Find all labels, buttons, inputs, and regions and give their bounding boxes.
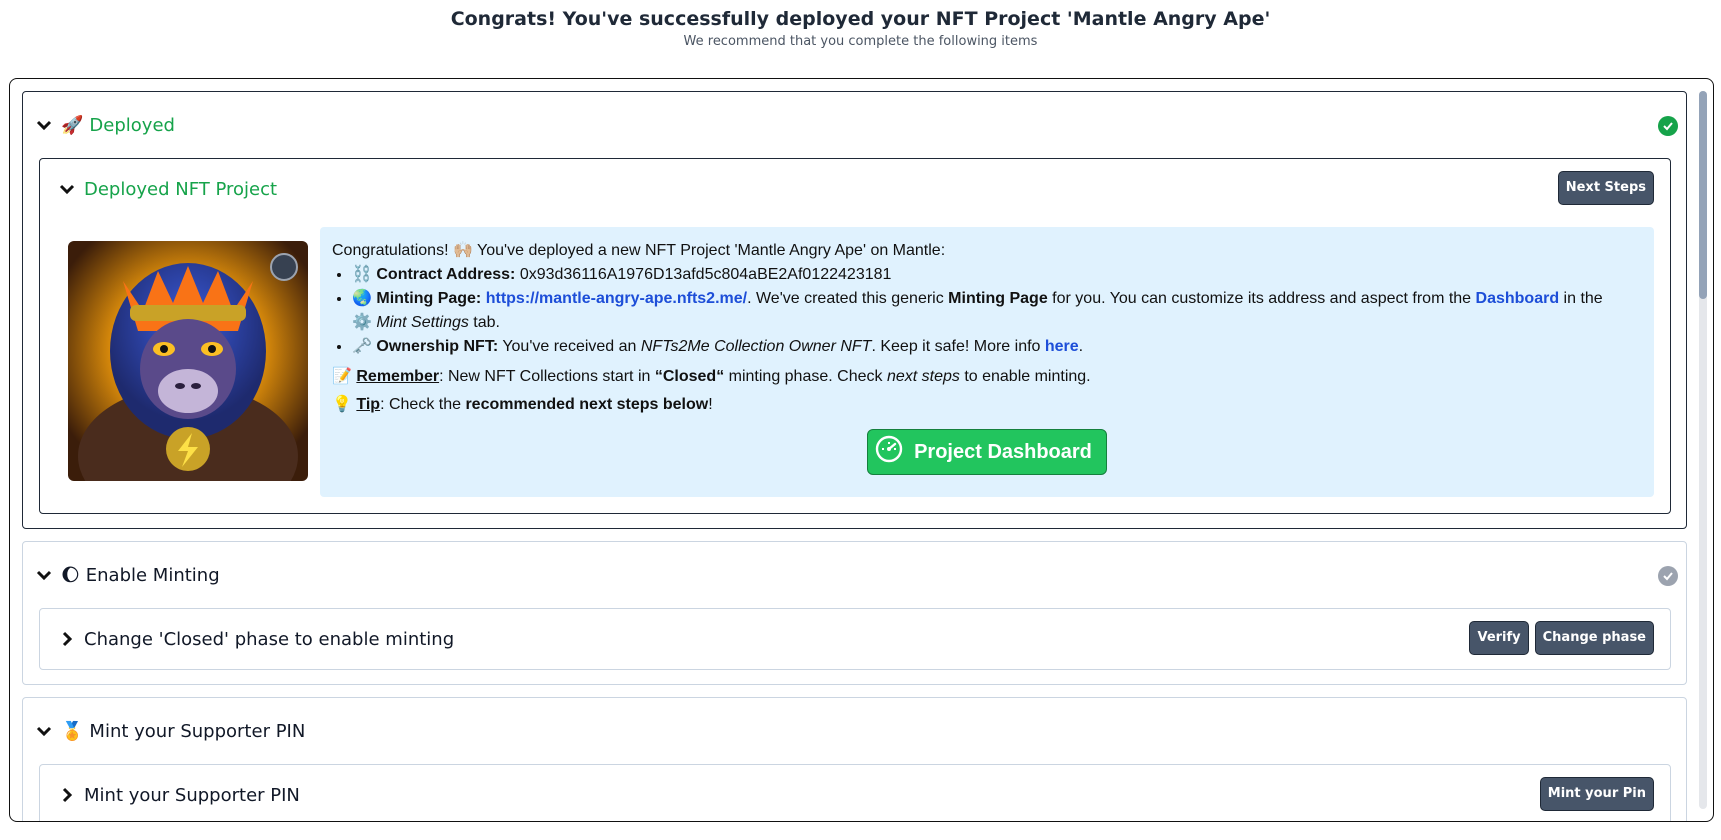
more-info-link[interactable]: here (1045, 338, 1079, 355)
gear-icon: ⚙️ (352, 314, 372, 331)
chevron-down-icon[interactable] (35, 722, 53, 740)
ownership-nft-label: Ownership NFT: (376, 338, 499, 355)
chevron-down-icon[interactable] (58, 180, 76, 198)
section-supporter-pin-header[interactable]: 🏅 Mint your Supporter PIN (23, 698, 1686, 764)
memo-icon: 📝 (332, 368, 352, 385)
chain-icon: ⛓️ (352, 266, 372, 283)
contract-address-label: Contract Address: (376, 266, 516, 283)
subsection-title: Mint your Supporter PIN (84, 784, 300, 806)
contract-address-item: ⛓️ Contract Address: 0x93d36116A1976D13a… (352, 263, 1642, 287)
mint-settings-label: Mint Settings (376, 314, 469, 331)
lightbulb-icon: 💡 (332, 396, 352, 413)
minting-page-item: 🌏 Minting Page: https://mantle-angry-ape… (352, 287, 1642, 335)
subsection-title: Deployed NFT Project (84, 178, 278, 200)
minting-page-link[interactable]: https://mantle-angry-ape.nfts2.me/ (486, 290, 747, 307)
congrats-intro: Congratulations! 🙌🏼 You've deployed a ne… (332, 242, 946, 259)
rocket-icon: 🚀 (61, 114, 84, 136)
page-subtitle: We recommend that you complete the follo… (683, 34, 1038, 49)
ownership-nft-item: 🗝️ Ownership NFT: You've received an NFT… (352, 335, 1642, 359)
section-enable-minting-header[interactable]: 🌔 Enable Minting (23, 542, 1686, 608)
check-circle-icon (1658, 566, 1678, 586)
globe-icon: 🌏 (352, 290, 372, 307)
chevron-down-icon[interactable] (35, 566, 53, 584)
section-supporter-pin-title: 🏅 Mint your Supporter PIN (61, 720, 306, 742)
page-header: Congrats! You've successfully deployed y… (0, 0, 1721, 49)
dashboard-gauge-icon (874, 434, 904, 470)
remember-note: 📝 Remember: New NFT Collections start in… (332, 368, 1091, 385)
contract-address-value: 0x93d36116A1976D13afd5c804aBE2Af01224231… (519, 266, 892, 283)
verify-button[interactable]: Verify (1469, 621, 1529, 655)
check-circle-icon (1658, 116, 1678, 136)
steps-container: 🚀 Deployed Deployed NFT Project Next Ste… (9, 78, 1714, 822)
steps-scroll-content: 🚀 Deployed Deployed NFT Project Next Ste… (22, 91, 1687, 821)
tip-note: 💡 Tip: Check the recommended next steps … (332, 396, 713, 413)
chevron-down-icon[interactable] (35, 116, 53, 134)
section-deployed: 🚀 Deployed Deployed NFT Project Next Ste… (22, 91, 1687, 529)
subsection-mint-pin-header[interactable]: Mint your Supporter PIN Mint your Pin (40, 765, 1670, 821)
chevron-right-icon[interactable] (58, 786, 76, 804)
moon-icon: 🌔 (61, 564, 80, 586)
section-deployed-title: 🚀 Deployed (61, 114, 175, 136)
medal-icon: 🏅 (61, 720, 84, 742)
scrollbar-thumb[interactable] (1699, 91, 1707, 299)
deployed-project-body: Congratulations! 🙌🏼 You've deployed a ne… (40, 219, 1670, 513)
project-dashboard-button[interactable]: Project Dashboard (867, 429, 1107, 475)
section-supporter-pin: 🏅 Mint your Supporter PIN Mint your Supp… (22, 697, 1687, 821)
chevron-right-icon[interactable] (58, 630, 76, 648)
scrollbar[interactable] (1699, 91, 1707, 809)
mint-pin-button[interactable]: Mint your Pin (1539, 777, 1654, 811)
key-icon: 🗝️ (352, 338, 372, 355)
deployment-info-box: Congratulations! 🙌🏼 You've deployed a ne… (320, 227, 1654, 497)
subsection-change-phase-header[interactable]: Change 'Closed' phase to enable minting … (40, 609, 1670, 669)
next-steps-button[interactable]: Next Steps (1557, 171, 1654, 205)
page-title: Congrats! You've successfully deployed y… (450, 8, 1271, 30)
deployment-details-list: ⛓️ Contract Address: 0x93d36116A1976D13a… (332, 263, 1642, 359)
nft-project-image (68, 241, 308, 481)
minting-page-label: Minting Page: (376, 290, 482, 307)
section-enable-minting-title: 🌔 Enable Minting (61, 564, 220, 586)
subsection-deployed-nft-project-header[interactable]: Deployed NFT Project Next Steps (40, 159, 1670, 219)
subsection-change-phase: Change 'Closed' phase to enable minting … (39, 608, 1671, 670)
subsection-title: Change 'Closed' phase to enable minting (84, 628, 455, 650)
section-deployed-header[interactable]: 🚀 Deployed (23, 92, 1686, 158)
section-enable-minting: 🌔 Enable Minting Change 'Closed' phase t… (22, 541, 1687, 685)
dashboard-link[interactable]: Dashboard (1476, 290, 1560, 307)
subsection-deployed-nft-project: Deployed NFT Project Next Steps Congratu… (39, 158, 1671, 514)
change-phase-button[interactable]: Change phase (1534, 621, 1654, 655)
subsection-mint-pin: Mint your Supporter PIN Mint your Pin (39, 764, 1671, 821)
